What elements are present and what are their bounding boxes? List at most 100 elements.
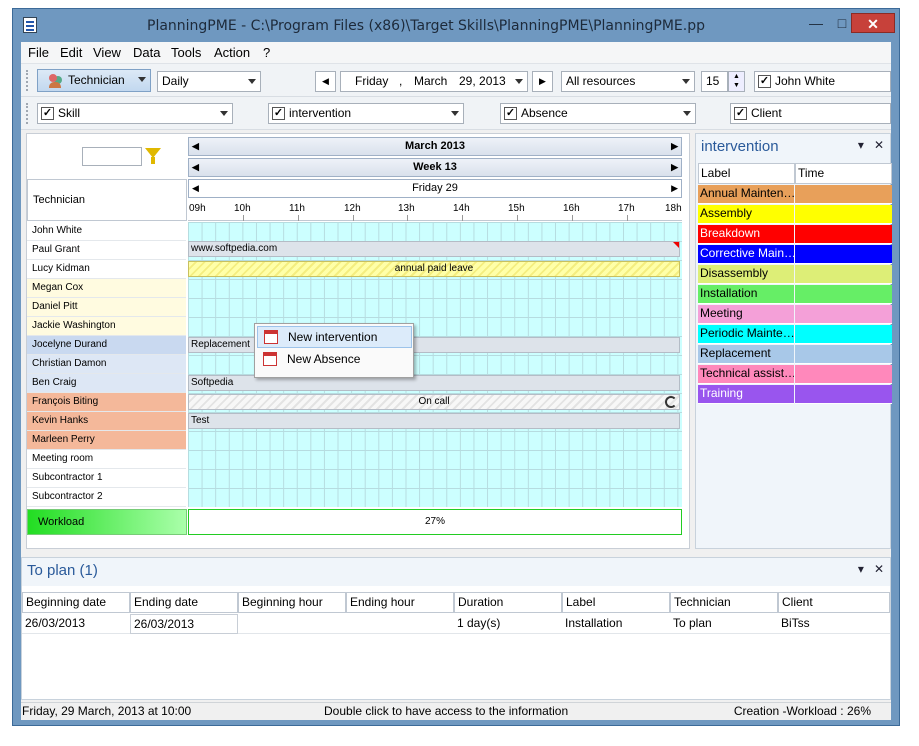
view-mode-select[interactable]: Daily — [157, 71, 261, 92]
table-cell[interactable] — [238, 614, 346, 634]
intervention-row-label[interactable]: Meeting — [698, 305, 794, 324]
next-date-button[interactable]: ▶ — [532, 71, 553, 92]
col-client[interactable]: Client — [778, 592, 890, 613]
resource-row[interactable]: François Biting — [27, 393, 186, 412]
resource-row[interactable]: Paul Grant — [27, 241, 186, 260]
intervention-row-label[interactable]: Disassembly — [698, 265, 794, 284]
resource-search-input[interactable] — [82, 147, 142, 166]
resources-select[interactable]: All resources — [561, 71, 695, 92]
intervention-row-label[interactable]: Technical assist… — [698, 365, 794, 384]
intervention-checkbox[interactable]: ✓ — [272, 107, 285, 120]
new-intervention-menu-item[interactable]: New intervention — [257, 326, 412, 348]
technician-column-header[interactable]: Technician — [27, 179, 187, 221]
intervention-row-label[interactable]: Replacement — [698, 345, 794, 364]
week-header[interactable]: ◀ Week 13 ▶ — [188, 158, 682, 177]
col-beginning-date[interactable]: Beginning date — [22, 592, 130, 613]
table-cell[interactable]: 1 day(s) — [454, 614, 562, 634]
intervention-row-label[interactable]: Corrective Main… — [698, 245, 794, 264]
intervention-row-label[interactable]: Annual Mainten… — [698, 185, 794, 204]
table-cell[interactable]: 26/03/2013 — [130, 614, 238, 634]
table-cell[interactable]: Installation — [562, 614, 670, 634]
menu-view[interactable]: View — [93, 45, 121, 60]
skill-checkbox[interactable]: ✓ — [41, 107, 54, 120]
prev-week-arrow-icon[interactable]: ◀ — [192, 159, 199, 176]
person-filter[interactable]: ✓ John White — [754, 71, 891, 92]
skill-filter[interactable]: ✓ Skill — [37, 103, 233, 124]
next-week-arrow-icon[interactable]: ▶ — [671, 159, 678, 176]
col-time-header[interactable]: Time — [795, 163, 892, 184]
intervention-row-color[interactable] — [795, 365, 892, 384]
client-filter[interactable]: ✓ Client — [730, 103, 891, 124]
menu-data[interactable]: Data — [133, 45, 160, 60]
new-absence-menu-item[interactable]: New Absence — [257, 349, 412, 371]
resource-row[interactable]: Megan Cox — [27, 279, 186, 298]
count-spinner[interactable]: ▲ ▼ — [728, 71, 745, 92]
col-ending-date[interactable]: Ending date — [130, 592, 238, 613]
month-header[interactable]: ◀ March 2013 ▶ — [188, 137, 682, 156]
intervention-row-color[interactable] — [795, 285, 892, 304]
client-checkbox[interactable]: ✓ — [734, 107, 747, 120]
intervention-filter[interactable]: ✓ intervention — [268, 103, 464, 124]
resource-row[interactable]: Jocelyne Durand — [27, 336, 186, 355]
resource-row[interactable]: Meeting room — [27, 450, 186, 469]
intervention-row-color[interactable] — [795, 225, 892, 244]
count-input[interactable]: 15 — [701, 71, 728, 92]
table-cell[interactable]: To plan — [670, 614, 778, 634]
day-header[interactable]: ◀ Friday 29 ▶ — [188, 179, 682, 198]
menu-file[interactable]: File — [28, 45, 49, 60]
close-button[interactable]: ✕ — [851, 13, 895, 33]
event-softpedia-url[interactable]: www.softpedia.com — [188, 241, 680, 257]
minimize-button[interactable]: — — [803, 13, 829, 33]
next-day-arrow-icon[interactable]: ▶ — [671, 180, 678, 197]
date-picker[interactable]: Friday , March 29, 2013 — [340, 71, 528, 92]
intervention-row-label[interactable]: Training — [698, 385, 794, 404]
intervention-row-color[interactable] — [795, 185, 892, 204]
intervention-row-color[interactable] — [795, 245, 892, 264]
col-label-header[interactable]: Label — [698, 163, 795, 184]
toolbar-grip[interactable] — [26, 103, 29, 124]
col-label[interactable]: Label — [562, 592, 670, 613]
intervention-row-label[interactable]: Installation — [698, 285, 794, 304]
table-cell[interactable] — [346, 614, 454, 634]
menu-action[interactable]: Action — [214, 45, 250, 60]
intervention-row-label[interactable]: Assembly — [698, 205, 794, 224]
col-beginning-hour[interactable]: Beginning hour — [238, 592, 346, 613]
absence-filter[interactable]: ✓ Absence — [500, 103, 696, 124]
intervention-row-color[interactable] — [795, 265, 892, 284]
pane-close-icon[interactable]: ✕ — [874, 138, 884, 152]
filter-icon[interactable] — [145, 148, 161, 164]
title-bar[interactable]: PlanningPME - C:\Program Files (x86)\Tar… — [13, 9, 899, 42]
col-duration[interactable]: Duration — [454, 592, 562, 613]
resource-row[interactable]: Jackie Washington — [27, 317, 186, 336]
pane-dropdown-icon[interactable]: ▾ — [858, 562, 864, 576]
table-cell[interactable]: 26/03/2013 — [22, 614, 130, 634]
resource-row[interactable]: Ben Craig — [27, 374, 186, 393]
technician-button[interactable]: Technician — [37, 69, 151, 92]
resource-row[interactable]: John White — [27, 222, 186, 241]
event-on-call[interactable]: On call — [188, 394, 680, 410]
resource-row[interactable]: Christian Damon — [27, 355, 186, 374]
prev-day-arrow-icon[interactable]: ◀ — [192, 180, 199, 197]
event-annual-leave[interactable]: annual paid leave — [188, 261, 680, 277]
col-ending-hour[interactable]: Ending hour — [346, 592, 454, 613]
event-test[interactable]: Test — [188, 413, 680, 429]
resource-row[interactable]: Marleen Perry — [27, 431, 186, 450]
intervention-row-label[interactable]: Periodic Mainte… — [698, 325, 794, 344]
intervention-row-color[interactable] — [795, 205, 892, 224]
intervention-row-color[interactable] — [795, 325, 892, 344]
resource-row[interactable]: Subcontractor 2 — [27, 488, 186, 507]
absence-checkbox[interactable]: ✓ — [504, 107, 517, 120]
intervention-row-color[interactable] — [795, 385, 892, 404]
intervention-row-label[interactable]: Breakdown — [698, 225, 794, 244]
intervention-row-color[interactable] — [795, 345, 892, 364]
pane-close-icon[interactable]: ✕ — [874, 562, 884, 576]
table-cell[interactable]: BiTss — [778, 614, 890, 634]
prev-date-button[interactable]: ◀ — [315, 71, 336, 92]
person-checkbox[interactable]: ✓ — [758, 75, 771, 88]
menu-tools[interactable]: Tools — [171, 45, 201, 60]
prev-month-arrow-icon[interactable]: ◀ — [192, 138, 199, 155]
resource-row[interactable]: Lucy Kidman — [27, 260, 186, 279]
intervention-row-color[interactable] — [795, 305, 892, 324]
toolbar-grip[interactable] — [26, 70, 29, 91]
menu-edit[interactable]: Edit — [60, 45, 82, 60]
